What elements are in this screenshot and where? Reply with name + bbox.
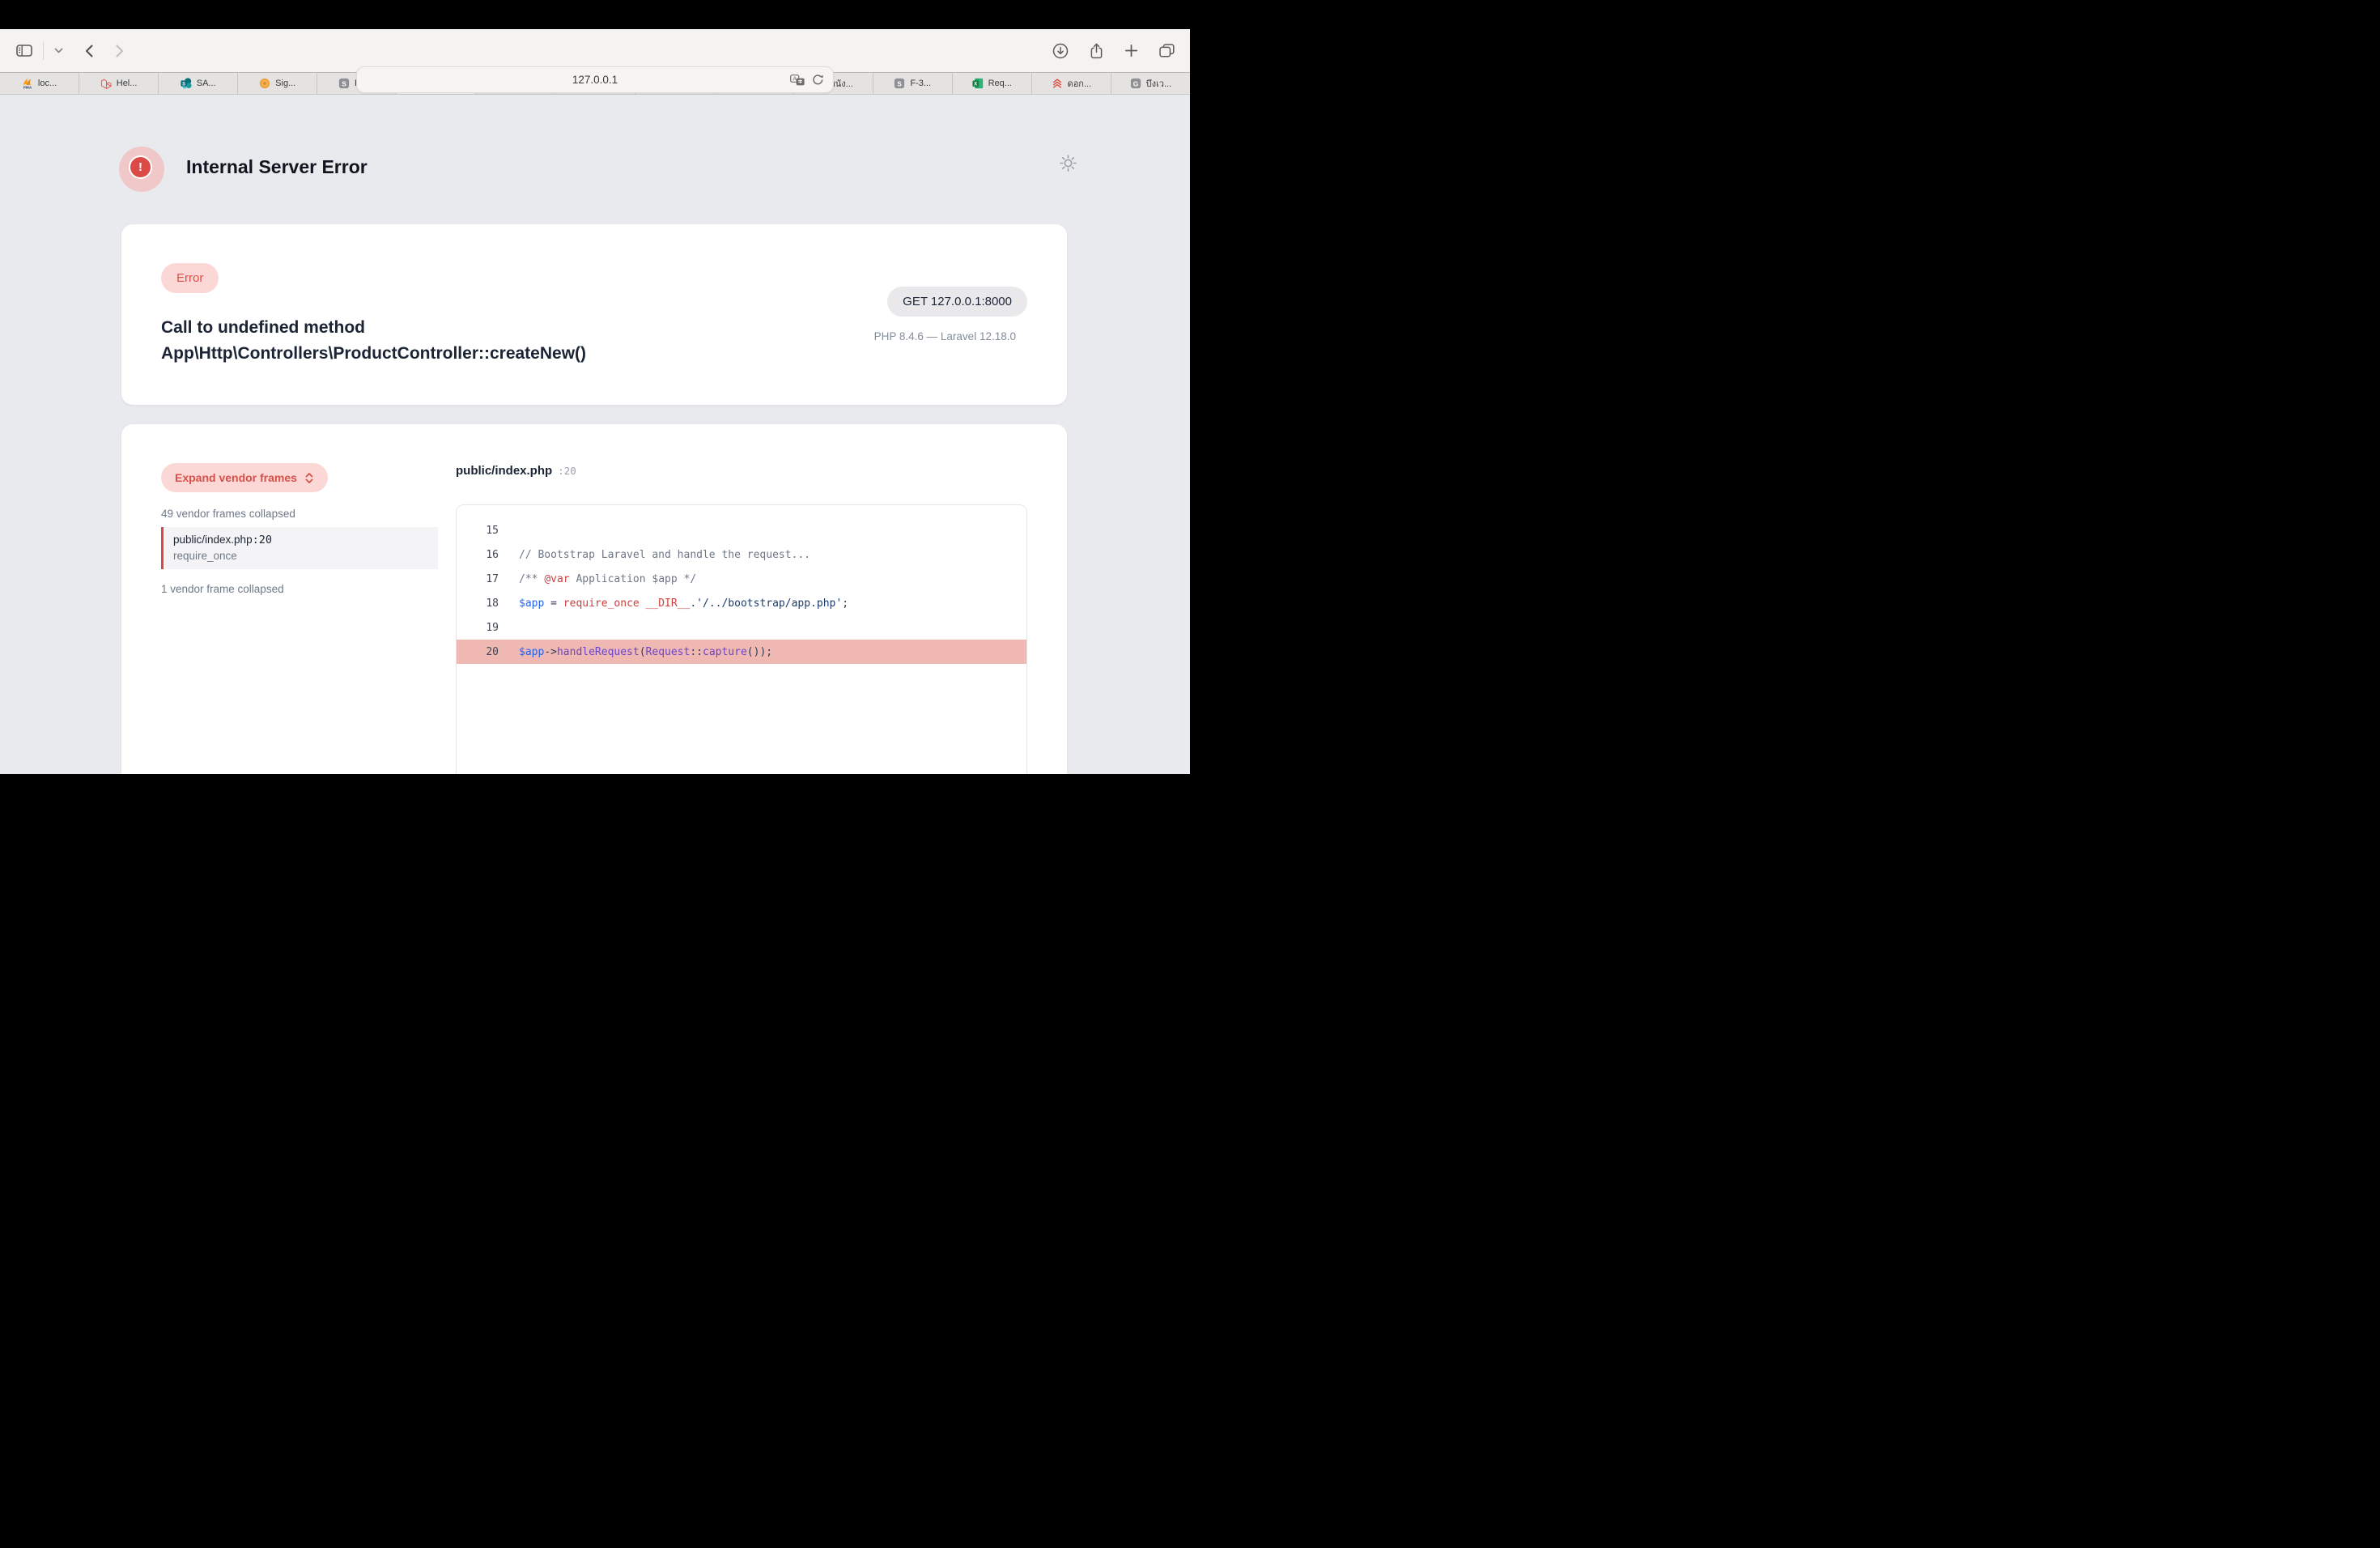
svg-text:G: G bbox=[1133, 79, 1137, 87]
line-number: 19 bbox=[457, 622, 499, 634]
code-text: $app->handleRequest(Request::capture()); bbox=[499, 646, 772, 658]
browser-tab[interactable]: Sig... bbox=[238, 73, 317, 94]
line-number: 17 bbox=[457, 573, 499, 585]
share-icon[interactable] bbox=[1090, 43, 1103, 59]
error-type-badge: Error bbox=[161, 263, 219, 293]
translate-icon[interactable]: A bbox=[790, 74, 805, 86]
php-laravel-versions: PHP 8.4.6 — Laravel 12.18.0 bbox=[874, 330, 1016, 342]
sidebar-toggle-icon[interactable] bbox=[16, 45, 32, 57]
code-text: $app = require_once __DIR__.'/../bootstr… bbox=[499, 598, 848, 610]
browser-tab[interactable]: ดอก... bbox=[1032, 73, 1111, 94]
browser-tab[interactable]: Hel... bbox=[79, 73, 159, 94]
reload-icon[interactable] bbox=[812, 74, 824, 86]
downloads-icon[interactable] bbox=[1052, 43, 1069, 59]
stack-frame-file: public/index.php:20 bbox=[173, 534, 438, 546]
code-file-header: public/index.php:20 bbox=[456, 464, 576, 478]
code-text: /** @var Application $app */ bbox=[499, 573, 696, 585]
error-message: Call to undefined method App\Http\Contro… bbox=[161, 315, 720, 367]
line-number: 20 bbox=[457, 646, 499, 658]
tab-label: Hel... bbox=[117, 79, 138, 88]
back-button[interactable] bbox=[85, 45, 93, 57]
expand-vendor-frames-button[interactable]: Expand vendor frames bbox=[161, 463, 328, 492]
tab-label: SA... bbox=[197, 79, 216, 88]
favicon-letter-g-icon: G bbox=[1130, 78, 1141, 89]
svg-text:S: S bbox=[182, 82, 185, 87]
code-line: 16// Bootstrap Laravel and handle the re… bbox=[457, 542, 1026, 567]
exclamation-icon: ! bbox=[129, 155, 152, 179]
vendor-frames-collapsed-below: 1 vendor frame collapsed bbox=[161, 583, 284, 595]
browser-tab[interactable]: G บึงเว... bbox=[1111, 73, 1190, 94]
browser-tab[interactable]: X Req... bbox=[953, 73, 1032, 94]
vendor-frames-collapsed-above: 49 vendor frames collapsed bbox=[161, 508, 295, 520]
stack-frame-item[interactable]: public/index.php:20 require_once bbox=[161, 527, 438, 569]
code-line-highlighted: 20$app->handleRequest(Request::capture()… bbox=[457, 640, 1026, 664]
new-tab-icon[interactable] bbox=[1124, 44, 1138, 57]
error-alert-icon: ! bbox=[119, 147, 164, 192]
stack-trace-card: Expand vendor frames 49 vendor frames co… bbox=[121, 424, 1067, 774]
favicon-letter-s-icon: S bbox=[338, 78, 350, 89]
code-line: 17/** @var Application $app */ bbox=[457, 567, 1026, 591]
svg-text:S: S bbox=[342, 79, 346, 87]
favicon-chevrons-icon bbox=[1052, 78, 1063, 89]
theme-toggle-sun-icon[interactable] bbox=[1058, 153, 1078, 173]
favicon-excel-icon: X bbox=[972, 78, 984, 89]
code-line: 18$app = require_once __DIR__.'/../boots… bbox=[457, 591, 1026, 615]
address-bar[interactable]: 127.0.0.1 A bbox=[356, 66, 834, 93]
code-text: // Bootstrap Laravel and handle the requ… bbox=[499, 549, 810, 561]
forward-button[interactable] bbox=[116, 45, 124, 57]
expand-chevrons-icon bbox=[304, 471, 314, 485]
page-title: Internal Server Error bbox=[186, 156, 368, 178]
favicon-pma-icon: PMA bbox=[22, 78, 33, 89]
favicon-sharepoint-icon: S bbox=[181, 78, 192, 89]
svg-text:PMA: PMA bbox=[23, 85, 32, 90]
browser-tab[interactable]: S F-3... bbox=[873, 73, 953, 94]
tab-label: ดอก... bbox=[1068, 76, 1092, 91]
line-number: 18 bbox=[457, 598, 499, 610]
tab-label: loc... bbox=[38, 79, 57, 88]
browser-tab[interactable]: S SA... bbox=[159, 73, 238, 94]
browser-window: 127.0.0.1 A PMA loc... Hel... S SA... Sig... S… bbox=[0, 0, 1190, 774]
favicon-letter-s-icon: S bbox=[894, 78, 905, 89]
request-method-badge: GET 127.0.0.1:8000 bbox=[887, 287, 1027, 317]
line-number: 16 bbox=[457, 549, 499, 561]
code-snippet-box: 15 16// Bootstrap Laravel and handle the … bbox=[456, 504, 1027, 774]
toolbar-divider bbox=[43, 42, 44, 60]
stack-frame-function: require_once bbox=[173, 550, 438, 562]
tab-label: Req... bbox=[988, 79, 1012, 88]
menubar-black-strip bbox=[0, 0, 1190, 29]
tab-overview-icon[interactable] bbox=[1159, 44, 1175, 57]
tab-group-chevron-icon[interactable] bbox=[54, 48, 63, 53]
browser-tab[interactable]: PMA loc... bbox=[0, 73, 79, 94]
url-text: 127.0.0.1 bbox=[572, 74, 618, 86]
tab-label: บึงเว... bbox=[1146, 76, 1171, 91]
line-number: 15 bbox=[457, 525, 499, 537]
tab-label: Sig... bbox=[275, 79, 295, 88]
favicon-laravel-icon bbox=[100, 78, 112, 89]
code-line: 19 bbox=[457, 615, 1026, 640]
favicon-orange-icon bbox=[259, 78, 270, 89]
browser-toolbar: 127.0.0.1 A bbox=[0, 29, 1190, 72]
tab-label: F-3... bbox=[910, 79, 931, 88]
code-line: 15 bbox=[457, 518, 1026, 542]
laravel-error-page: ! Internal Server Error Error Call to un… bbox=[0, 95, 1190, 774]
error-summary-card: Error Call to undefined method App\Http\… bbox=[121, 224, 1067, 405]
svg-text:S: S bbox=[898, 79, 903, 87]
